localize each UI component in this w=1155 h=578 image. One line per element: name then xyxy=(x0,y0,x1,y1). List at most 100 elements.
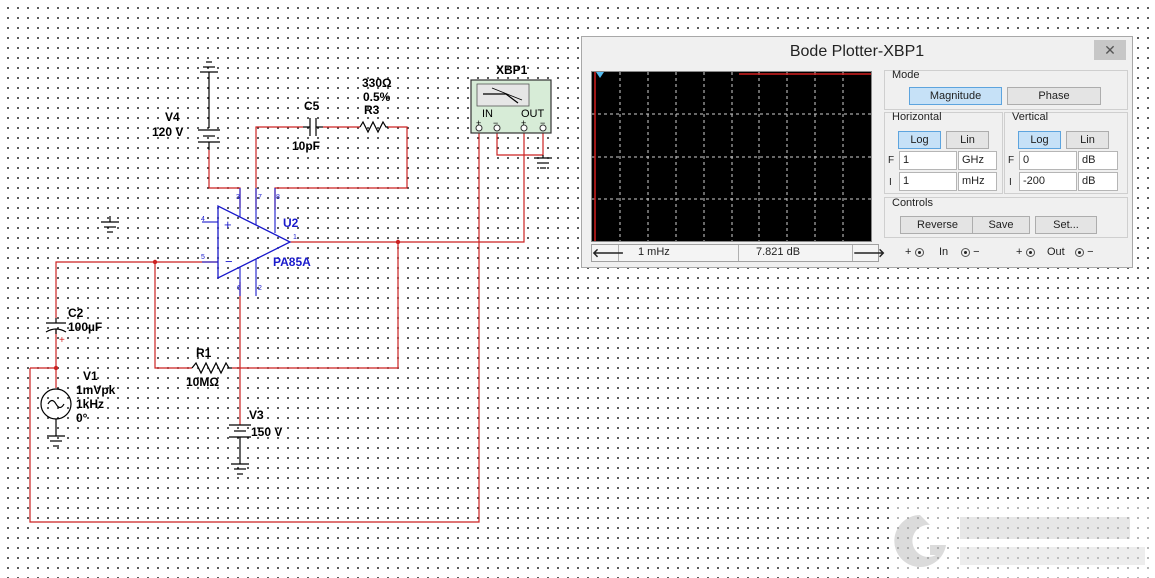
c5-value: 10pF xyxy=(292,139,320,153)
c2-name: C2 xyxy=(68,306,84,320)
r1-resistor-symbol[interactable] xyxy=(191,361,232,375)
svg-text:+: + xyxy=(224,217,232,232)
horizontal-i-input[interactable]: 1 xyxy=(899,172,957,191)
v4-name: V4 xyxy=(165,110,180,124)
out-plus-sign: + xyxy=(1016,246,1023,258)
mode-label: Mode xyxy=(892,69,920,81)
phase-button[interactable]: Phase xyxy=(1007,87,1101,105)
in-terminal-label: In xyxy=(939,246,949,258)
left-arrow-icon[interactable]: 🡐 xyxy=(592,245,624,261)
in-minus-sign: − xyxy=(973,246,980,258)
horizontal-i-unit[interactable]: mHz xyxy=(958,172,997,191)
v4-value: 120 V xyxy=(152,125,183,139)
u2-pin-7: 7 xyxy=(258,194,262,201)
vertical-lin-button[interactable]: Lin xyxy=(1066,131,1109,149)
r1-value: 10MΩ xyxy=(186,375,219,389)
out-minus-connector-icon[interactable] xyxy=(1075,247,1084,257)
u2-pin-2: 2 xyxy=(258,285,262,292)
bode-plot-graph xyxy=(592,72,871,241)
horizontal-label: Horizontal xyxy=(892,111,942,123)
u2-pin-4: 4 xyxy=(201,216,205,223)
out-terminal-label: Out xyxy=(1047,246,1065,258)
xbp1-in-label: IN xyxy=(482,108,493,120)
vertical-f-input[interactable]: 0 xyxy=(1019,151,1077,170)
readout-bar: 🡐 1 mHz 7.821 dB 🡒 xyxy=(591,244,885,262)
u2-pin-3: 3 xyxy=(236,194,240,201)
readout-value: 7.821 dB xyxy=(756,246,801,258)
c2-value: 100µF xyxy=(68,320,102,334)
readout-frequency: 1 mHz xyxy=(638,246,670,258)
c2-capacitor-symbol[interactable] xyxy=(45,318,67,334)
xbp1-out-plus: + xyxy=(521,118,526,128)
xbp1-in-minus: − xyxy=(493,118,498,128)
r3-name: R3 xyxy=(364,103,380,117)
watermark-logo-icon xyxy=(890,505,1155,578)
xbp1-name: XBP1 xyxy=(496,63,528,77)
v3-value: 150 V xyxy=(251,425,282,439)
u2-part: PA85A xyxy=(273,255,311,269)
u2-pin-1: 1 xyxy=(293,234,297,241)
out-plus-terminal[interactable]: + xyxy=(1016,246,1035,258)
set-button[interactable]: Set... xyxy=(1035,216,1097,234)
wires xyxy=(29,126,544,523)
cursor-marker-icon[interactable] xyxy=(596,72,604,78)
v4-battery-symbol[interactable] xyxy=(198,61,220,150)
vertical-i-unit[interactable]: dB xyxy=(1078,172,1118,191)
horizontal-f-input[interactable]: 1 xyxy=(899,151,957,170)
xbp1-in-plus: + xyxy=(476,118,481,128)
right-arrow-icon[interactable]: 🡒 xyxy=(852,245,885,261)
vertical-label: Vertical xyxy=(1012,111,1049,123)
r3-value: 330Ω xyxy=(362,76,392,90)
bode-title: Bode Plotter-XBP1 xyxy=(789,43,925,60)
vertical-f-unit[interactable]: dB xyxy=(1078,151,1118,170)
u2-pin-5: 5 xyxy=(201,254,205,261)
in-plus-terminal[interactable]: + xyxy=(905,246,924,258)
horizontal-log-button[interactable]: Log xyxy=(898,131,941,149)
vertical-f-label: F xyxy=(1008,155,1015,166)
xbp1-instrument-symbol[interactable] xyxy=(470,79,552,134)
v1-name: V1 xyxy=(83,369,98,383)
v3-battery-symbol[interactable] xyxy=(229,424,251,475)
in-minus-terminal[interactable]: − xyxy=(961,246,980,258)
reverse-button[interactable]: Reverse xyxy=(900,216,975,234)
out-plus-connector-icon[interactable] xyxy=(1025,247,1035,257)
bode-display-screen[interactable] xyxy=(591,71,872,242)
u2-opamp-symbol[interactable]: + − xyxy=(202,188,292,296)
r3-resistor-symbol[interactable] xyxy=(359,120,388,134)
v1-ac-source-symbol[interactable] xyxy=(40,388,72,447)
horizontal-i-label: I xyxy=(889,177,892,188)
v1-phase: 0° xyxy=(76,411,88,425)
svg-text:−: − xyxy=(225,254,233,269)
save-button[interactable]: Save xyxy=(972,216,1030,234)
in-minus-connector-icon[interactable] xyxy=(961,247,970,257)
c5-name: C5 xyxy=(304,99,320,113)
bode-plotter-window[interactable]: Bode Plotter-XBP1 ✕ 🡐 1 mHz 7.821 dB 🡒 M… xyxy=(581,36,1133,268)
v1-amplitude: 1mVpk xyxy=(76,383,116,397)
out-minus-sign: − xyxy=(1087,246,1094,258)
vertical-i-label: I xyxy=(1009,177,1012,188)
in-plus-connector-icon[interactable] xyxy=(914,247,924,257)
horizontal-lin-button[interactable]: Lin xyxy=(946,131,989,149)
r3-tolerance: 0.5% xyxy=(363,90,391,104)
controls-label: Controls xyxy=(892,197,933,209)
u2-pin-6: 6 xyxy=(237,285,241,292)
out-minus-terminal[interactable]: − xyxy=(1075,246,1094,258)
in-plus-sign: + xyxy=(905,246,912,258)
v1-frequency: 1kHz xyxy=(76,397,104,411)
ground-symbol xyxy=(101,216,119,233)
horizontal-f-label: F xyxy=(888,155,895,166)
readout-divider xyxy=(738,245,739,261)
magnitude-button[interactable]: Magnitude xyxy=(909,87,1002,105)
r1-name: R1 xyxy=(196,346,212,360)
v3-name: V3 xyxy=(249,408,264,422)
xbp1-out-minus: − xyxy=(540,118,545,128)
u2-name: U2 xyxy=(283,216,299,230)
vertical-i-input[interactable]: -200 xyxy=(1019,172,1077,191)
horizontal-f-unit[interactable]: GHz xyxy=(958,151,997,170)
vertical-log-button[interactable]: Log xyxy=(1018,131,1061,149)
close-icon[interactable]: ✕ xyxy=(1094,40,1126,60)
bode-titlebar[interactable]: Bode Plotter-XBP1 ✕ xyxy=(582,37,1132,67)
c5-capacitor-symbol[interactable] xyxy=(303,118,323,136)
u2-pin-8: 8 xyxy=(276,194,280,201)
xbp1-ground-symbol xyxy=(534,155,552,169)
